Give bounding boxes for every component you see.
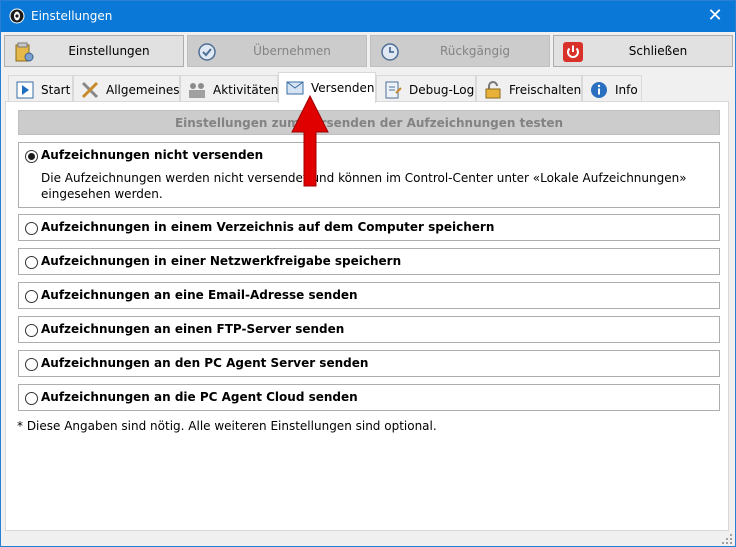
tab-start-label: Start: [41, 83, 71, 97]
option-email-label: Aufzeichnungen an eine Email-Adresse sen…: [41, 288, 358, 302]
tab-general-label: Allgemeines: [106, 83, 180, 97]
option-network-share-label: Aufzeichnungen in einer Netzwerkfreigabe…: [41, 254, 402, 268]
tab-info[interactable]: Info: [582, 75, 642, 102]
settings-button[interactable]: Einstellungen: [4, 35, 184, 67]
undo-button[interactable]: Rückgängig: [370, 35, 550, 67]
lock-icon: [485, 81, 501, 99]
radio-ftp[interactable]: [25, 324, 38, 337]
undo-button-label: Rückgängig: [439, 44, 511, 58]
notepad-icon: [385, 81, 402, 99]
radio-agent-server[interactable]: [25, 358, 38, 371]
settings-folder-icon: [15, 42, 34, 62]
test-send-settings-label: Einstellungen zum Versenden der Aufzeich…: [174, 116, 564, 130]
tab-debug-log[interactable]: Debug-Log: [376, 75, 476, 102]
play-icon: [16, 81, 34, 99]
option-agent-server[interactable]: Aufzeichnungen an den PC Agent Server se…: [18, 350, 720, 377]
apply-button[interactable]: Übernehmen: [187, 35, 367, 67]
radio-agent-cloud[interactable]: [25, 392, 38, 405]
radio-local-folder[interactable]: [25, 222, 38, 235]
power-icon: [563, 42, 583, 62]
apply-clock-icon: [198, 43, 216, 61]
tab-unlock[interactable]: Freischalten: [476, 75, 582, 102]
tab-start[interactable]: Start: [8, 75, 73, 102]
radio-network-share[interactable]: [25, 256, 38, 269]
app-icon: [9, 8, 25, 24]
settings-window: Einstellungen ✕ Einstellungen Übernehmen: [0, 0, 736, 547]
option-agent-cloud[interactable]: Aufzeichnungen an die PC Agent Cloud sen…: [18, 384, 720, 411]
required-fields-note: * Diese Angaben sind nötig. Alle weitere…: [17, 419, 437, 433]
settings-button-label: Einstellungen: [68, 44, 150, 58]
option-no-send[interactable]: Aufzeichnungen nicht versenden Die Aufze…: [18, 142, 720, 208]
tools-icon: [81, 81, 99, 99]
apply-button-label: Übernehmen: [253, 44, 331, 58]
tab-activities[interactable]: Aktivitäten: [180, 75, 278, 102]
option-local-folder-label: Aufzeichnungen in einem Verzeichnis auf …: [41, 220, 495, 234]
option-agent-server-label: Aufzeichnungen an den PC Agent Server se…: [41, 356, 369, 370]
radio-email[interactable]: [25, 290, 38, 303]
annotation-arrow-icon: [291, 94, 329, 187]
option-network-share[interactable]: Aufzeichnungen in einer Netzwerkfreigabe…: [18, 248, 720, 275]
window-title: Einstellungen: [31, 9, 113, 23]
undo-clock-icon: [381, 43, 399, 61]
option-local-folder[interactable]: Aufzeichnungen in einem Verzeichnis auf …: [18, 214, 720, 241]
option-no-send-description: Die Aufzeichnungen werden nicht versende…: [41, 171, 687, 201]
users-icon: [189, 83, 205, 98]
tab-send-label: Versenden: [311, 81, 375, 95]
option-no-send-label: Aufzeichnungen nicht versenden: [41, 148, 264, 162]
tab-activities-label: Aktivitäten: [213, 83, 279, 97]
tab-debug-log-label: Debug-Log: [409, 83, 475, 97]
option-ftp[interactable]: Aufzeichnungen an einen FTP-Server sende…: [18, 316, 720, 343]
close-window-button[interactable]: ✕: [705, 6, 725, 26]
info-icon: [591, 82, 607, 98]
status-bar: [1, 532, 735, 546]
tab-general[interactable]: Allgemeines: [73, 75, 180, 102]
toolbar: Einstellungen Übernehmen Rückgängig Schl…: [1, 32, 735, 70]
tab-info-label: Info: [615, 83, 638, 97]
close-button-label: Schließen: [628, 44, 688, 58]
tab-unlock-label: Freischalten: [509, 83, 582, 97]
tab-strip: Start Allgemeines Aktivitäten Versenden: [1, 72, 735, 103]
option-agent-cloud-label: Aufzeichnungen an die PC Agent Cloud sen…: [41, 390, 358, 404]
option-email[interactable]: Aufzeichnungen an eine Email-Adresse sen…: [18, 282, 720, 309]
radio-no-send[interactable]: [25, 150, 38, 163]
resize-grip-icon[interactable]: [721, 533, 733, 545]
option-ftp-label: Aufzeichnungen an einen FTP-Server sende…: [41, 322, 345, 336]
close-button[interactable]: Schließen: [553, 35, 733, 67]
title-bar[interactable]: Einstellungen ✕: [1, 1, 735, 32]
send-settings-panel: Einstellungen zum Versenden der Aufzeich…: [5, 101, 729, 531]
test-send-settings-button[interactable]: Einstellungen zum Versenden der Aufzeich…: [18, 110, 720, 135]
